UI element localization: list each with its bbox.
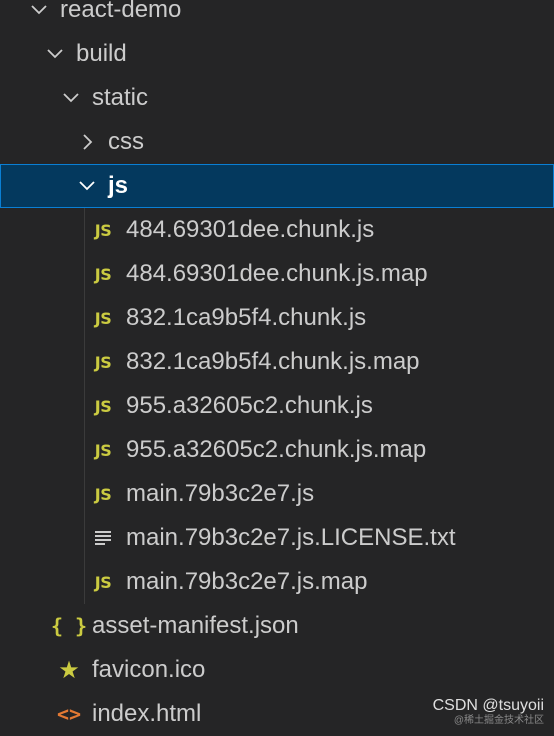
javascript-file-icon: JS	[94, 484, 112, 504]
file-item[interactable]: { } asset-manifest.json	[0, 604, 554, 648]
folder-static[interactable]: static	[0, 76, 554, 120]
javascript-file-icon: JS	[94, 352, 112, 372]
chevron-down-icon[interactable]	[30, 1, 48, 19]
chevron-right-icon[interactable]	[78, 133, 96, 151]
folder-label: react-demo	[60, 0, 182, 23]
javascript-file-icon: JS	[94, 396, 112, 416]
html-file-icon: <>	[56, 702, 82, 726]
indent-guide	[84, 252, 85, 296]
file-item[interactable]: ★ favicon.ico	[0, 648, 554, 692]
file-label: main.79b3c2e7.js.map	[126, 568, 368, 595]
file-item[interactable]: JS 484.69301dee.chunk.js.map	[0, 252, 554, 296]
javascript-file-icon: JS	[94, 440, 112, 460]
file-label: asset-manifest.json	[92, 612, 299, 639]
folder-label: static	[92, 84, 149, 111]
indent-guide	[84, 340, 85, 384]
watermark-sub: @稀土掘金技术社区	[453, 715, 544, 726]
folder-label: build	[76, 40, 127, 67]
file-explorer-tree: react-demo build static css js JS 484.69…	[0, 0, 554, 736]
file-label: 484.69301dee.chunk.js.map	[126, 260, 428, 287]
folder-react-demo[interactable]: react-demo	[0, 0, 554, 32]
javascript-file-icon: JS	[94, 220, 112, 240]
indent-guide	[84, 208, 85, 252]
file-label: 484.69301dee.chunk.js	[126, 216, 375, 243]
folder-label: css	[108, 128, 144, 155]
chevron-down-icon[interactable]	[78, 177, 96, 195]
chevron-down-icon[interactable]	[46, 45, 64, 63]
folder-js[interactable]: js	[0, 164, 554, 208]
file-label: 832.1ca9b5f4.chunk.js	[126, 304, 367, 331]
file-label: 832.1ca9b5f4.chunk.js.map	[126, 348, 420, 375]
folder-build[interactable]: build	[0, 32, 554, 76]
favicon-star-icon: ★	[58, 656, 80, 684]
json-file-icon: { }	[50, 614, 88, 638]
file-label: index.html	[92, 700, 202, 727]
watermark: CSDN @tsuyoii @稀土掘金技术社区	[433, 697, 544, 726]
indent-guide	[84, 384, 85, 428]
indent-guide	[84, 296, 85, 340]
file-item[interactable]: JS 484.69301dee.chunk.js	[0, 208, 554, 252]
folder-css[interactable]: css	[0, 120, 554, 164]
file-label: 955.a32605c2.chunk.js.map	[126, 436, 427, 463]
javascript-file-icon: JS	[94, 572, 112, 592]
file-item[interactable]: JS 955.a32605c2.chunk.js.map	[0, 428, 554, 472]
javascript-file-icon: JS	[94, 264, 112, 284]
indent-guide	[84, 472, 85, 516]
indent-guide	[84, 560, 85, 604]
file-item[interactable]: JS 832.1ca9b5f4.chunk.js	[0, 296, 554, 340]
file-label: 955.a32605c2.chunk.js	[126, 392, 373, 419]
javascript-file-icon: JS	[94, 308, 112, 328]
file-item[interactable]: main.79b3c2e7.js.LICENSE.txt	[0, 516, 554, 560]
file-item[interactable]: JS main.79b3c2e7.js.map	[0, 560, 554, 604]
indent-guide	[84, 516, 85, 560]
file-item[interactable]: JS main.79b3c2e7.js	[0, 472, 554, 516]
file-item[interactable]: JS 955.a32605c2.chunk.js	[0, 384, 554, 428]
file-label: main.79b3c2e7.js	[126, 480, 315, 507]
file-label: main.79b3c2e7.js.LICENSE.txt	[126, 524, 456, 551]
file-label: favicon.ico	[92, 656, 206, 683]
file-item[interactable]: JS 832.1ca9b5f4.chunk.js.map	[0, 340, 554, 384]
indent-guide	[84, 428, 85, 472]
text-file-icon	[90, 526, 116, 550]
watermark-main: CSDN @tsuyoii	[432, 697, 544, 715]
chevron-down-icon[interactable]	[62, 89, 80, 107]
folder-label: js	[108, 172, 129, 199]
